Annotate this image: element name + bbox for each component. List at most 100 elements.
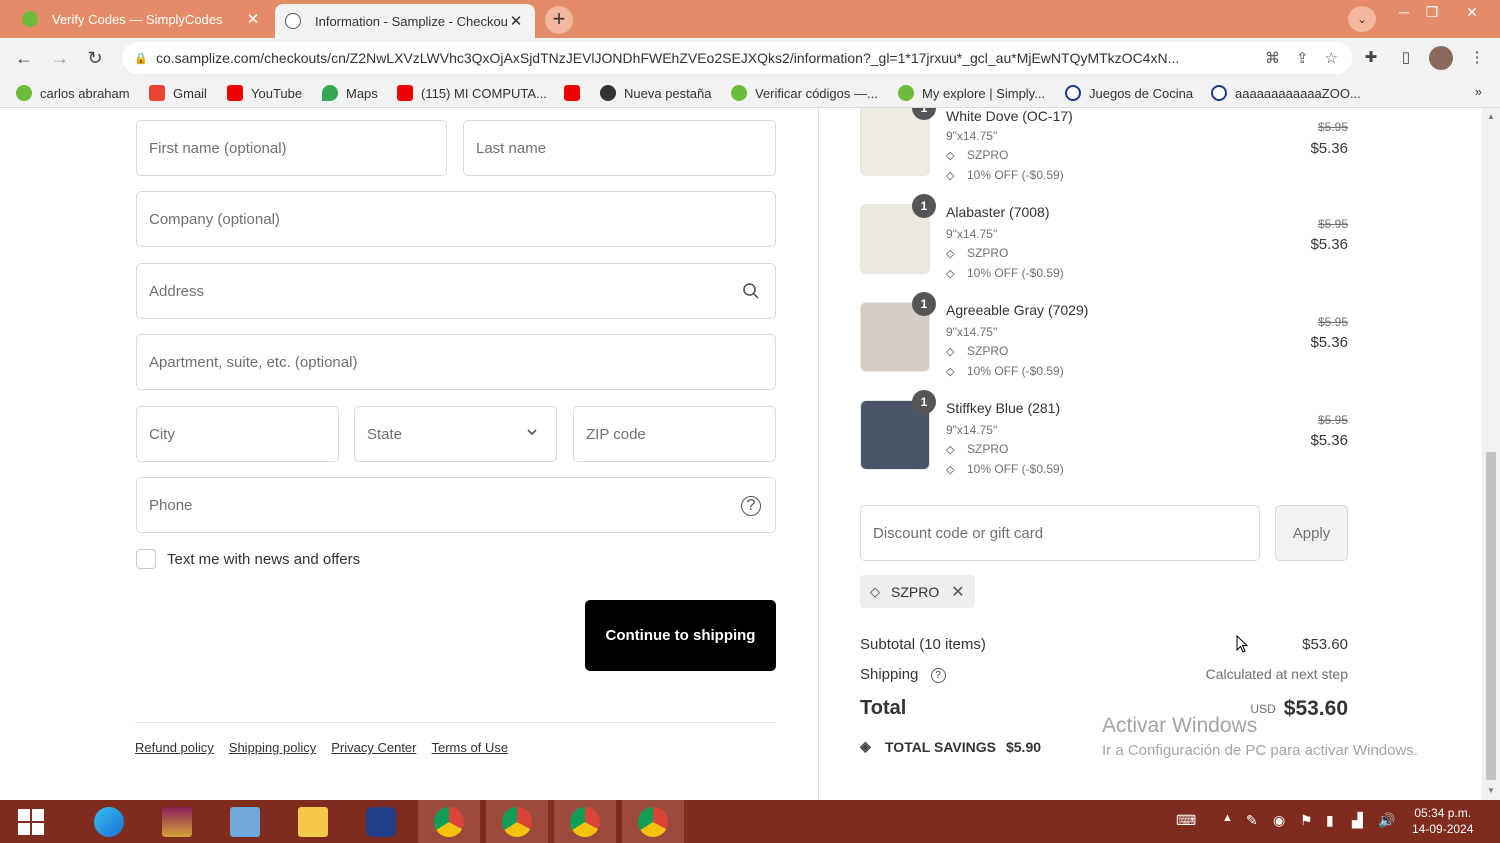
chrome-app-1[interactable] [418,800,480,843]
city-placeholder: City [149,425,175,443]
close-icon[interactable]: ✕ [507,12,525,30]
defender-app[interactable] [350,800,412,843]
star-icon[interactable]: ☆ [1325,49,1338,67]
item-size: 9"x14.75" [946,325,998,339]
flag-icon[interactable]: ⚑ [1300,812,1313,829]
tab-information[interactable]: Information - Samplize - Checkout ✕ [275,4,535,38]
first-name-field[interactable]: First name (optional) [136,120,447,176]
total-savings: ◈ TOTAL SAVINGS $5.90 [860,738,1041,755]
original-price: $5.95 [1317,120,1348,134]
forward-icon[interactable]: → [48,46,72,70]
bookmark-youtube[interactable]: YouTube [227,84,302,102]
bookmark-mi-computa[interactable]: (115) MI COMPUTA... [397,84,547,102]
bookmark-carlos[interactable]: carlos abraham [16,84,130,102]
zip-field[interactable]: ZIP code [573,406,776,462]
company-field[interactable]: Company (optional) [136,191,776,247]
file-explorer-app[interactable] [282,800,344,843]
scroll-down-icon[interactable]: ▼ [1485,786,1497,796]
tag-icon: ◇ [946,443,955,456]
apply-button[interactable]: Apply [1275,505,1348,561]
url-text: co.samplize.com/checkouts/cn/Z2NwLXVzLWV… [156,50,1180,66]
bookmark-label: (115) MI COMPUTA... [421,85,547,101]
discount-code-input[interactable]: Discount code or gift card [860,505,1260,561]
text-offers-checkbox[interactable] [136,549,156,569]
start-button[interactable] [0,800,62,843]
pen-icon[interactable]: ✎ [1246,812,1258,829]
new-tab-button[interactable]: + [545,6,573,34]
company-placeholder: Company (optional) [149,210,280,228]
page-scrollbar[interactable]: ▲ ▼ [1482,108,1500,800]
restore-icon[interactable]: ❐ [1415,0,1449,24]
bookmark-gmail[interactable]: Gmail [149,84,207,102]
item-code-text: SZPRO [967,148,1009,162]
profile-avatar[interactable] [1429,46,1453,70]
clock-date: 14-09-2024 [1412,822,1474,836]
bookmark-verificar[interactable]: Verificar códigos —... [731,84,878,102]
bookmark-label: Gmail [173,85,207,101]
bookmark-label: aaaaaaaaaaaaZOO... [1235,85,1361,101]
item-size: 9"x14.75" [946,227,998,241]
scrollbar-thumb[interactable] [1486,452,1496,780]
bookmark-maps[interactable]: Maps [322,84,378,102]
text-offers-option[interactable]: Text me with news and offers [136,549,360,569]
close-icon[interactable]: ✕ [244,10,262,28]
continue-to-shipping-button[interactable]: Continue to shipping [585,600,776,671]
help-icon[interactable]: ? [930,668,946,683]
bookmark-zoo[interactable]: aaaaaaaaaaaaZOO... [1211,84,1361,102]
refund-policy-link[interactable]: Refund policy [135,740,214,755]
show-hidden-icons[interactable]: ▲ [1222,812,1233,824]
phone-field[interactable]: Phone ? [136,477,776,533]
bookmark-juegos[interactable]: Juegos de Cocina [1065,84,1193,102]
privacy-center-link[interactable]: Privacy Center [331,740,416,755]
terms-of-use-link[interactable]: Terms of Use [431,740,508,755]
side-panel-icon[interactable]: ▯ [1395,47,1417,69]
tab-search-button[interactable]: ⌄ [1348,6,1376,32]
more-bookmarks-icon[interactable]: » [1475,84,1482,99]
bookmark-label: Nueva pestaña [624,85,712,101]
last-name-field[interactable]: Last name [463,120,776,176]
reload-icon[interactable]: ↻ [83,46,107,70]
winrar-app[interactable] [146,800,208,843]
zip-placeholder: ZIP code [586,425,646,443]
keyboard-icon[interactable]: ⌨ [1176,812,1196,829]
item-discount: ◇ 10% OFF (-$0.59) [946,168,1064,182]
bookmark-nueva-pestana[interactable]: Nueva pestaña [600,84,711,102]
close-window-icon[interactable]: ✕ [1455,0,1489,24]
chrome-icon [570,806,600,837]
bookmark-my-explore[interactable]: My explore | Simply... [898,84,1045,102]
state-select[interactable]: State [354,406,557,462]
apartment-field[interactable]: Apartment, suite, etc. (optional) [136,334,776,390]
security-icon[interactable]: ◉ [1273,812,1285,829]
globe-icon [600,85,616,101]
share-icon[interactable]: ⇪ [1296,49,1309,67]
chrome-app-4[interactable] [622,800,684,843]
scroll-up-icon[interactable]: ▲ [1485,112,1497,122]
edge-icon [94,806,124,837]
back-icon[interactable]: ← [12,46,36,70]
chrome-app-3[interactable] [554,800,616,843]
tab-verify-codes[interactable]: Verify Codes — SimplyCodes ✕ [12,0,272,38]
shield-icon [366,806,396,837]
simplycodes-icon [731,85,747,101]
bookmark-youtube-2[interactable] [564,84,588,102]
extensions-icon[interactable]: ✚ [1360,47,1382,69]
network-icon[interactable]: ▟ [1352,812,1363,829]
system-clock[interactable]: 05:34 p.m. 14-09-2024 [1412,805,1473,837]
translate-icon[interactable]: ⌘ [1265,49,1280,67]
address-field[interactable]: Address [136,263,776,319]
shipping-policy-link[interactable]: Shipping policy [229,740,316,755]
edge-app[interactable] [78,800,140,843]
battery-icon[interactable]: ▮ [1326,812,1334,829]
menu-icon[interactable]: ⋮ [1466,47,1488,69]
first-name-placeholder: First name (optional) [149,139,287,157]
item-discount-text: 10% OFF (-$0.59) [967,364,1064,378]
item-name: Agreeable Gray (7029) [946,302,1089,318]
help-icon[interactable]: ? [741,496,761,516]
remove-discount-icon[interactable]: ✕ [951,582,964,602]
volume-icon[interactable]: 🔊 [1378,812,1395,829]
computer-app[interactable] [214,800,276,843]
tab-title: Verify Codes — SimplyCodes [52,11,223,27]
city-field[interactable]: City [136,406,339,462]
address-bar[interactable]: 🔒 co.samplize.com/checkouts/cn/Z2NwLXVzL… [122,42,1352,74]
chrome-app-2[interactable] [486,800,548,843]
